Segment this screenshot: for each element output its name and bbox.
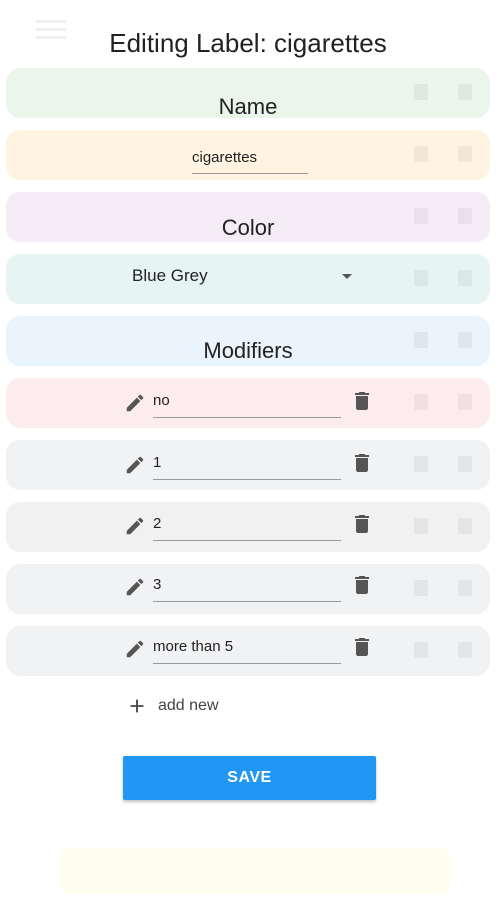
modifier-input[interactable] (153, 630, 341, 664)
edit-label-dialog: Editing Label: cigarettes Name Color Blu… (0, 0, 496, 900)
color-section-label: Color (221, 215, 275, 240)
pencil-icon[interactable] (124, 392, 146, 414)
modifier-input[interactable] (153, 507, 341, 541)
save-button[interactable]: SAVE (123, 756, 376, 800)
modifier-row (120, 380, 380, 428)
pencil-icon[interactable] (124, 638, 146, 660)
modifier-input[interactable] (153, 446, 341, 480)
modifiers-section-label: Modifiers (203, 338, 293, 363)
pencil-icon[interactable] (124, 454, 146, 476)
trash-icon[interactable] (350, 388, 374, 414)
caret-down-icon (342, 273, 352, 279)
modifier-input[interactable] (153, 384, 341, 418)
add-modifier-label: add new (158, 697, 219, 714)
trash-icon[interactable] (350, 511, 374, 537)
plus-icon (130, 699, 144, 713)
color-select[interactable]: Blue Grey (122, 258, 362, 294)
modifier-row (120, 442, 380, 490)
pencil-icon[interactable] (124, 515, 146, 537)
label-name-input[interactable] (192, 141, 308, 174)
trash-icon[interactable] (350, 634, 374, 660)
color-select-value: Blue Grey (132, 266, 208, 285)
dialog-title: Editing Label: cigarettes (109, 28, 387, 58)
modifier-row (120, 626, 380, 674)
modifier-row (120, 564, 380, 612)
pencil-icon[interactable] (124, 576, 146, 598)
trash-icon[interactable] (350, 450, 374, 476)
modifier-row (120, 503, 380, 551)
name-section-label: Name (218, 94, 278, 119)
modifier-input[interactable] (153, 568, 341, 602)
trash-icon[interactable] (350, 572, 374, 598)
add-modifier-button[interactable]: add new (126, 695, 219, 717)
